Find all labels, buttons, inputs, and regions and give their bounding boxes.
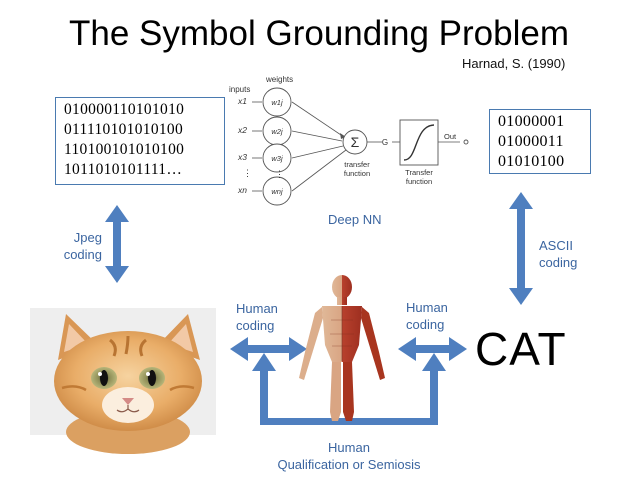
- label-line: Human: [236, 301, 278, 316]
- weights-label: weights: [265, 75, 293, 84]
- inputs-label: inputs: [229, 85, 250, 94]
- deep-nn-label: Deep NN: [328, 212, 382, 227]
- input-label: xn: [237, 185, 247, 195]
- human-coding-left-arrow: [230, 337, 307, 361]
- activation-label: Transfer: [405, 168, 433, 177]
- label-line: coding: [236, 318, 275, 333]
- kitten-photo: [30, 308, 216, 454]
- ascii-coding-arrow: [509, 192, 533, 305]
- label-line: coding: [406, 317, 445, 332]
- net-label: G: [382, 138, 388, 147]
- label-line: Qualification or Semiosis: [277, 457, 421, 472]
- output-node: [463, 139, 469, 145]
- out-label: Out: [444, 132, 457, 141]
- vertical-ellipsis: ⋮: [275, 169, 284, 179]
- input-label: x2: [237, 125, 247, 135]
- weight-label: w1j: [271, 98, 283, 107]
- sum-symbol: Σ: [351, 134, 360, 150]
- ascii-coding-label: ASCII coding: [539, 237, 577, 271]
- semiosis-label: Human Qualification or Semiosis: [249, 439, 449, 473]
- jpeg-coding-arrow: [105, 205, 129, 283]
- activation-label: function: [406, 177, 432, 186]
- label-line: coding: [63, 247, 102, 262]
- human-anatomy-figure: [299, 275, 385, 421]
- activation-box: [399, 119, 439, 166]
- label-line: Jpeg: [73, 230, 102, 245]
- vertical-ellipsis: ⋮: [243, 168, 252, 178]
- weight-label: w3j: [271, 154, 283, 163]
- input-label: x3: [237, 152, 247, 162]
- cat-symbol: CAT: [475, 323, 567, 375]
- label-line: Human: [328, 440, 370, 455]
- jpeg-coding-label: Jpeg coding: [60, 229, 102, 263]
- transfer-label: transfer: [344, 160, 370, 169]
- label-line: coding: [539, 255, 578, 270]
- weight-label: w2j: [271, 127, 283, 136]
- weight-label: wnj: [271, 187, 283, 196]
- human-coding-right-label: Human coding: [406, 299, 448, 333]
- label-line: ASCII: [539, 238, 573, 253]
- transfer-label: function: [344, 169, 370, 178]
- label-line: Human: [406, 300, 448, 315]
- input-label: x1: [237, 96, 247, 106]
- neuron-diagram: inputs weights x1 x2 x3 xn ⋮ ⋮ w1j w2j w…: [229, 75, 469, 206]
- human-coding-left-label: Human coding: [236, 300, 278, 334]
